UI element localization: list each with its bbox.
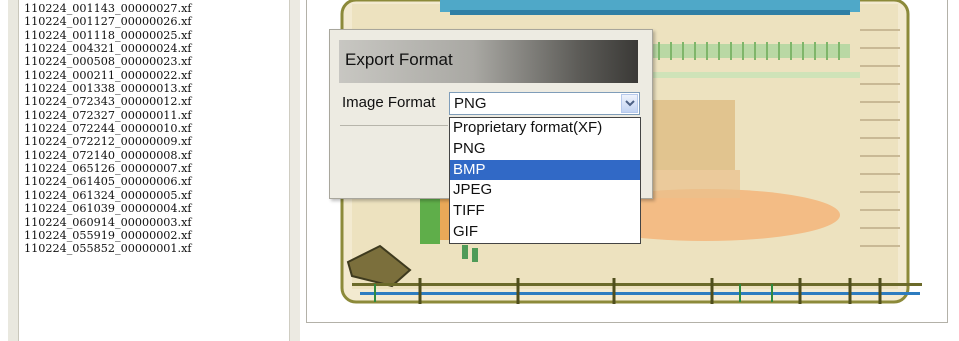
file-item[interactable]: 110224_055852_00000001.xf — [24, 242, 192, 255]
format-option[interactable]: JPEG — [450, 180, 640, 201]
format-option[interactable]: Proprietary format(XF) — [450, 118, 640, 139]
file-item[interactable]: 110224_001127_00000026.xf — [24, 15, 192, 28]
file-list-panel: 110224_001143_00000027.xf 110224_001127_… — [0, 0, 301, 341]
image-format-select[interactable]: PNG — [449, 92, 640, 115]
file-item[interactable]: 110224_001118_00000025.xf — [24, 29, 192, 42]
format-option[interactable]: TIFF — [450, 201, 640, 222]
file-item[interactable]: 110224_061324_00000005.xf — [24, 189, 192, 202]
file-item[interactable]: 110224_072212_00000009.xf — [24, 135, 192, 148]
dialog-header: Export Format — [339, 40, 638, 83]
file-item[interactable]: 110224_061405_00000006.xf — [24, 175, 192, 188]
file-item[interactable]: 110224_001338_00000013.xf — [24, 82, 192, 95]
format-option[interactable]: PNG — [450, 139, 640, 160]
format-option-highlighted[interactable]: BMP — [450, 159, 640, 181]
file-item[interactable]: 110224_065126_00000007.xf — [24, 162, 192, 175]
file-list: 110224_001143_00000027.xf 110224_001127_… — [24, 2, 192, 256]
file-item[interactable]: 110224_061039_00000004.xf — [24, 202, 192, 215]
panel-edge — [8, 0, 19, 341]
image-format-label: Image Format — [342, 94, 436, 111]
file-item[interactable]: 110224_055919_00000002.xf — [24, 229, 192, 242]
format-option[interactable]: GIF — [450, 222, 640, 243]
file-item[interactable]: 110224_072343_00000012.xf — [24, 95, 192, 108]
dialog-title: Export Format — [345, 50, 453, 69]
file-item[interactable]: 110224_000211_00000022.xf — [24, 69, 192, 82]
file-item[interactable]: 110224_072327_00000011.xf — [24, 109, 192, 122]
dropdown-arrow-button[interactable] — [621, 94, 638, 113]
dialog-divider — [340, 125, 448, 126]
file-item[interactable]: 110224_072140_00000008.xf — [24, 149, 192, 162]
file-item[interactable]: 110224_000508_00000023.xf — [24, 55, 192, 68]
file-item[interactable]: 110224_072244_00000010.xf — [24, 122, 192, 135]
file-item[interactable]: 110224_060914_00000003.xf — [24, 216, 192, 229]
file-item[interactable]: 110224_004321_00000024.xf — [24, 42, 192, 55]
chevron-down-icon — [625, 100, 635, 107]
image-format-options-list: Proprietary format(XF) PNG BMP JPEG TIFF… — [449, 117, 641, 244]
selected-format-value: PNG — [454, 95, 487, 112]
file-item[interactable]: 110224_001143_00000027.xf — [24, 2, 192, 15]
